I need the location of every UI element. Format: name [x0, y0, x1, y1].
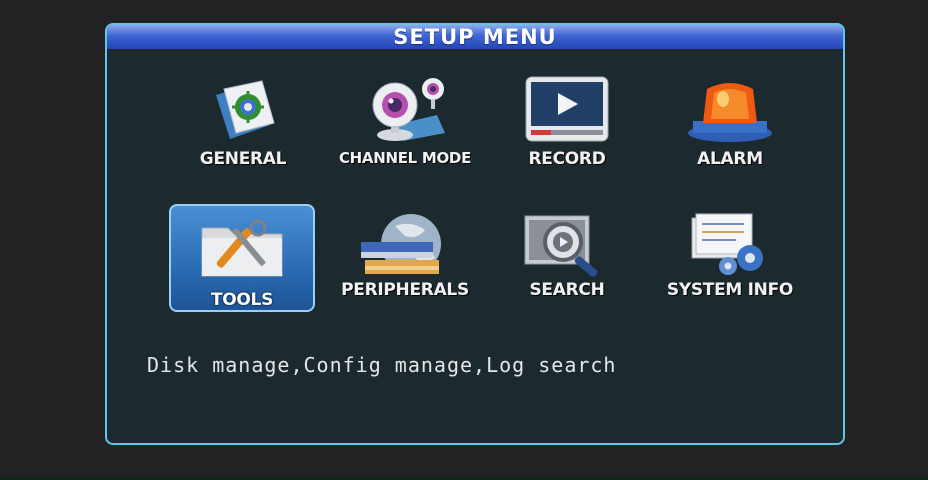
menu-item-label: PERIPHERALS — [341, 280, 469, 300]
menu-item-label: CHANNEL MODE — [338, 149, 472, 167]
document-gears-icon — [691, 213, 763, 275]
menu-item-peripherals[interactable]: PERIPHERALS — [335, 208, 475, 314]
menu-item-channel-mode[interactable]: CHANNEL MODE — [335, 73, 475, 179]
magnifier-video-icon — [524, 215, 598, 277]
menu-item-label: GENERAL — [199, 149, 287, 169]
menu-item-label: SYSTEM INFO — [666, 280, 794, 300]
tools-folder-icon — [201, 219, 283, 277]
webcam-icon — [372, 78, 445, 141]
menu-item-general[interactable]: GENERAL — [173, 73, 313, 179]
menu-title: SETUP MENU — [107, 25, 843, 49]
setup-menu-panel: SETUP MENU GENERAL CHANNEL MODE RECORD A… — [105, 23, 845, 445]
menu-item-search[interactable]: SEARCH — [497, 208, 637, 314]
siren-light-icon — [688, 83, 772, 142]
video-player-icon — [525, 76, 609, 142]
gear-document-icon — [216, 80, 275, 139]
globe-devices-icon — [361, 214, 441, 274]
menu-item-record[interactable]: RECORD — [497, 73, 637, 179]
menu-item-label: TOOLS — [210, 290, 274, 310]
menu-item-alarm[interactable]: ALARM — [660, 73, 800, 179]
menu-item-system-info[interactable]: SYSTEM INFO — [660, 208, 800, 314]
menu-item-label: SEARCH — [529, 280, 605, 300]
menu-item-tools[interactable]: TOOLS — [169, 204, 315, 312]
menu-item-description: Disk manage,Config manage,Log search — [147, 353, 617, 377]
menu-item-label: ALARM — [697, 149, 763, 169]
menu-item-label: RECORD — [528, 149, 606, 169]
